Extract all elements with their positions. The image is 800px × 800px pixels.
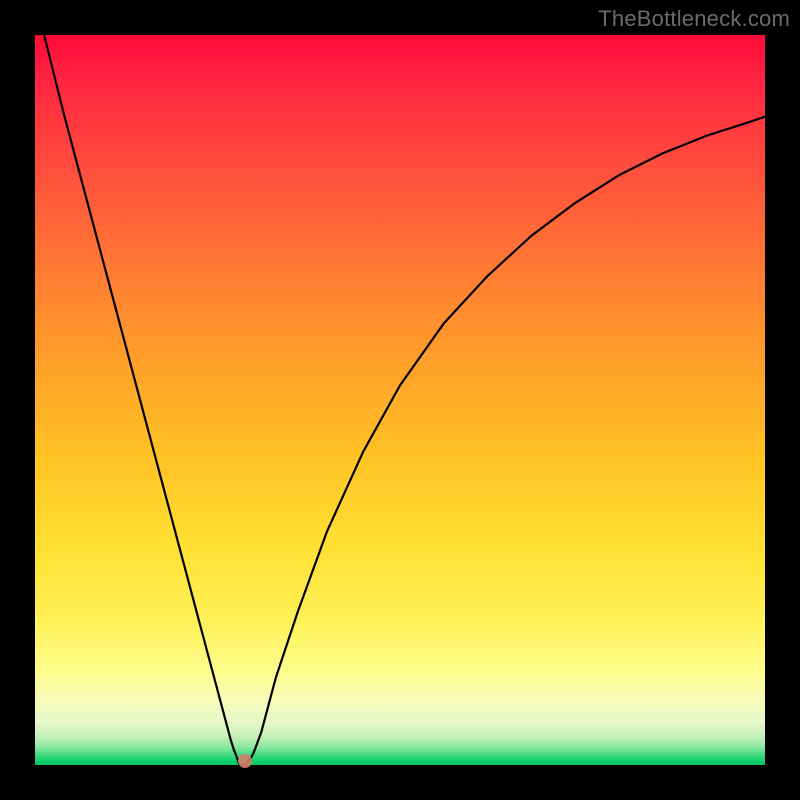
chart-frame: TheBottleneck.com: [0, 0, 800, 800]
watermark-text: TheBottleneck.com: [598, 6, 790, 32]
bottleneck-curve: [35, 35, 765, 765]
plot-area: [35, 35, 765, 765]
curve-svg: [35, 35, 765, 765]
optimal-point-marker: [238, 754, 252, 768]
